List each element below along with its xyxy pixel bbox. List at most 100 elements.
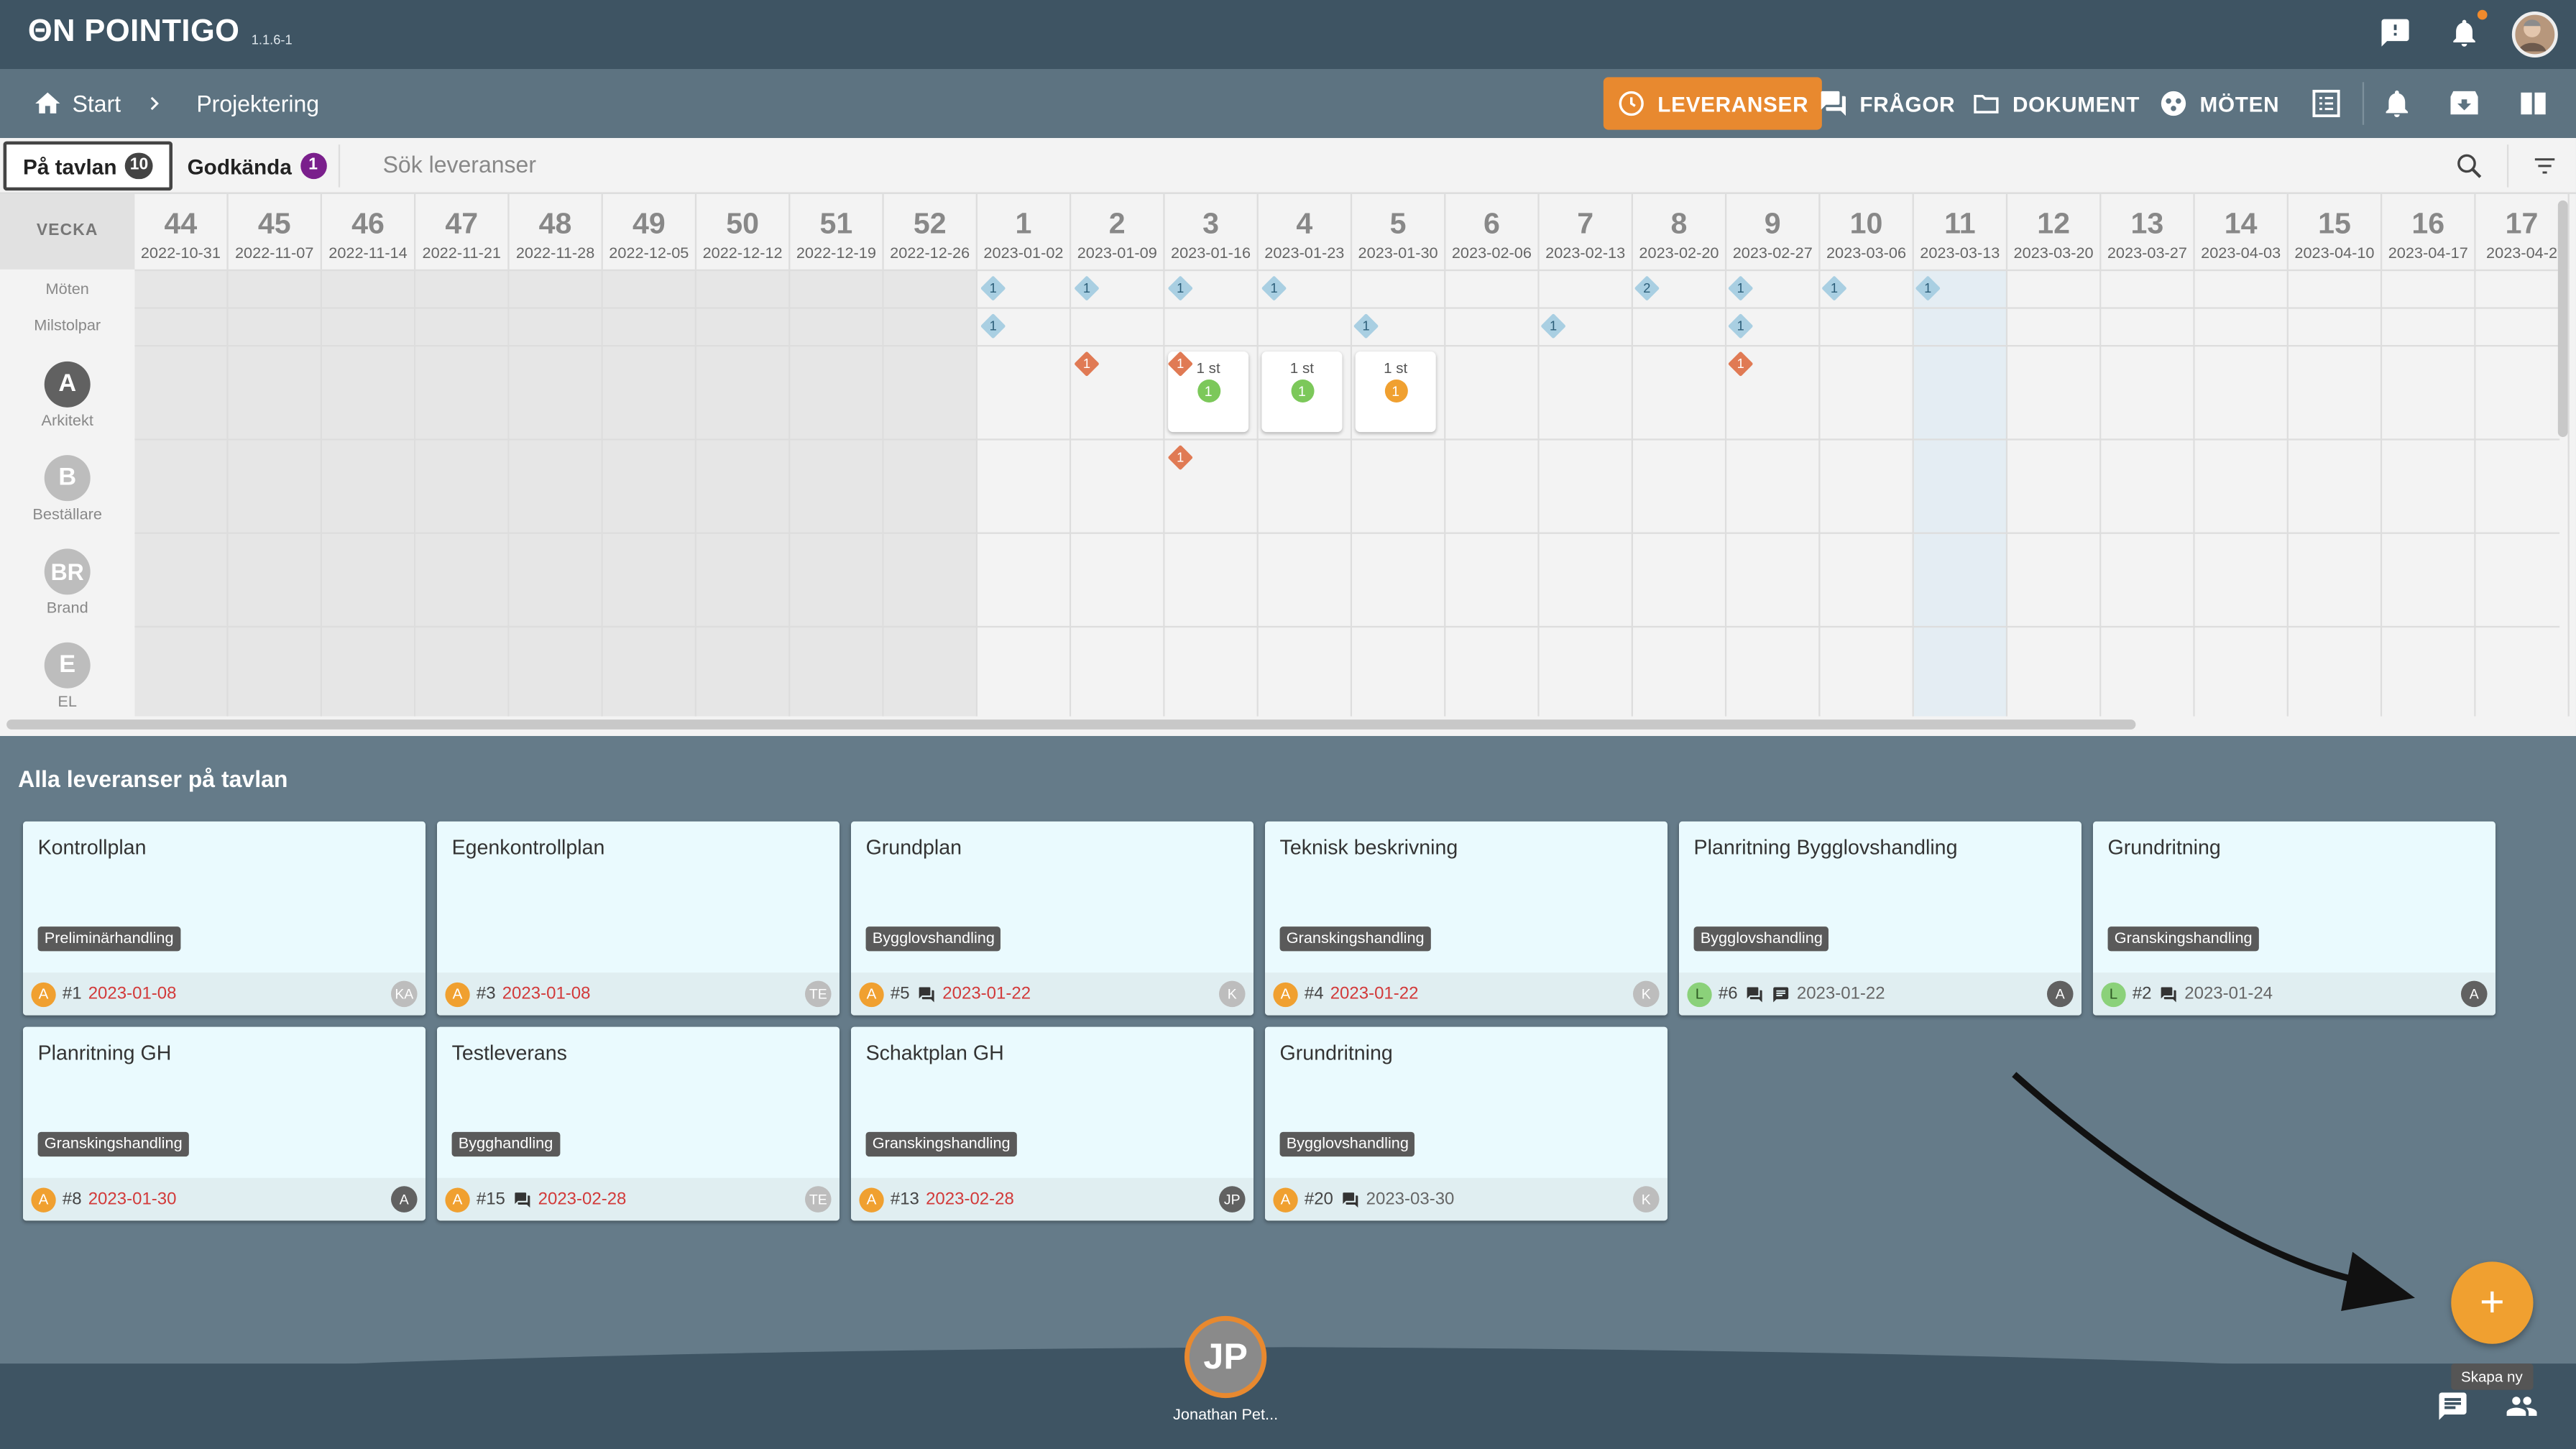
delivery-card[interactable]: Grundplan Bygglovshandling A #5 2023-01-22 K — [850, 821, 1254, 1016]
week-column — [696, 269, 791, 717]
milestone-marker[interactable]: 1 — [1353, 313, 1379, 339]
card-tag: Granskingshandling — [37, 1131, 189, 1157]
week-date: 2023-04-10 — [2294, 244, 2375, 263]
meeting-marker[interactable]: 1 — [1167, 275, 1194, 301]
week-header[interactable]: 1 2023-01-02 — [978, 193, 1072, 270]
week-header[interactable]: 15 2023-04-10 — [2288, 193, 2383, 270]
app-logo[interactable]: ΘN POINTIGO — [28, 15, 240, 51]
home-icon[interactable] — [33, 88, 63, 118]
question-marker[interactable]: 1 — [1167, 444, 1194, 471]
meeting-marker[interactable]: 1 — [1261, 275, 1287, 301]
week-header[interactable]: 44 2022-10-31 — [134, 193, 229, 270]
delivery-card[interactable]: Planritning GH Granskingshandling A #8 2023-… — [22, 1026, 426, 1221]
week-header[interactable]: 5 2023-01-30 — [1352, 193, 1446, 270]
delivery-card[interactable]: Grundritning Granskingshandling L #2 2023-01… — [2092, 821, 2496, 1016]
chat-icon[interactable] — [2434, 1390, 2470, 1423]
week-header[interactable]: 48 2022-11-28 — [510, 193, 603, 270]
delivery-card[interactable]: Egenkontrollplan A #3 2023-01-08 TE — [436, 821, 840, 1016]
week-header[interactable]: 51 2022-12-19 — [790, 193, 884, 270]
feedback-icon[interactable] — [2379, 17, 2412, 50]
week-header[interactable]: 8 2023-02-20 — [1633, 193, 1727, 270]
search-input[interactable]: Sök leveranser — [383, 151, 536, 178]
week-header[interactable]: 45 2022-11-07 — [229, 193, 322, 270]
week-header[interactable]: 10 2023-03-06 — [1821, 193, 1914, 270]
question-marker[interactable]: 1 — [1727, 351, 1754, 377]
week-header[interactable]: 3 2023-01-16 — [1165, 193, 1259, 270]
week-column — [1164, 269, 1259, 717]
people-icon[interactable] — [2502, 1390, 2542, 1423]
top-bar: ΘN POINTIGO 1.1.6-1 — [0, 0, 2576, 69]
week-column — [1632, 269, 1727, 717]
milestone-marker[interactable]: 1 — [1540, 313, 1566, 339]
milestone-marker[interactable]: 1 — [980, 313, 1006, 339]
vertical-scrollbar[interactable] — [2557, 200, 2568, 437]
question-marker[interactable]: 1 — [1074, 351, 1100, 377]
week-header[interactable]: 14 2023-04-03 — [2195, 193, 2288, 270]
delivery-card[interactable]: Planritning Bygglovshandling Bygglovshand… — [1678, 821, 2082, 1016]
leveranser-button[interactable]: LEVERANSER — [1603, 77, 1822, 130]
meeting-marker[interactable]: 1 — [1915, 275, 1941, 301]
tab-pa-tavlan[interactable]: På tavlan 10 — [3, 141, 173, 191]
week-number: 8 — [1670, 206, 1688, 240]
meeting-marker[interactable]: 1 — [1821, 275, 1847, 301]
horizontal-scrollbar[interactable] — [6, 719, 2136, 730]
week-header[interactable]: 46 2022-11-14 — [322, 193, 416, 270]
week-column — [2382, 269, 2476, 717]
list-view-icon[interactable] — [2310, 87, 2343, 120]
moten-button[interactable]: MÖTEN — [2145, 77, 2292, 129]
delivery-card[interactable]: Teknisk beskrivning Granskingshandling A #4… — [1264, 821, 1668, 1016]
week-header[interactable]: 52 2022-12-26 — [884, 193, 978, 270]
week-header[interactable]: 12 2023-03-20 — [2007, 193, 2102, 270]
week-header[interactable]: 9 2023-02-27 — [1726, 193, 1821, 270]
create-new-button[interactable]: + — [2451, 1261, 2534, 1344]
user-avatar-bottom[interactable]: JP — [1184, 1315, 1267, 1399]
week-column — [1258, 269, 1353, 717]
split-view-icon[interactable] — [2517, 87, 2550, 120]
delivery-card[interactable]: Kontrollplan Preliminärhandling A #1 2023-01… — [22, 821, 426, 1016]
fragor-button[interactable]: FRÅGOR — [1806, 77, 1969, 129]
breadcrumb-projektering[interactable]: Projektering — [196, 91, 319, 117]
week-header[interactable]: 49 2022-12-05 — [603, 193, 697, 270]
delivery-card[interactable]: Schaktplan GH Granskingshandling A #13 2023-… — [850, 1026, 1254, 1221]
question-marker[interactable]: 1 — [1167, 351, 1194, 377]
card-footer: A #5 2023-01-22 — [850, 972, 1254, 1016]
search-icon[interactable] — [2455, 151, 2484, 180]
week-header[interactable]: 16 2023-04-17 — [2382, 193, 2476, 270]
breadcrumb-start[interactable]: Start — [73, 91, 121, 117]
week-header[interactable]: 4 2023-01-23 — [1259, 193, 1353, 270]
marker-count: 1 — [1924, 280, 1932, 296]
delivery-box[interactable]: 1 st 1 — [1355, 351, 1436, 433]
week-header[interactable]: 11 2023-03-13 — [1914, 193, 2008, 270]
participant-initial: E — [44, 642, 91, 689]
bell-icon[interactable] — [2380, 87, 2414, 120]
notifications-icon[interactable] — [2448, 17, 2481, 50]
milestone-marker[interactable]: 1 — [1727, 313, 1754, 339]
user-avatar[interactable] — [2511, 11, 2558, 58]
week-header[interactable]: 17 2023-04-2 — [2476, 193, 2570, 270]
meeting-marker[interactable]: 1 — [980, 275, 1006, 301]
meeting-marker[interactable]: 1 — [1074, 275, 1100, 301]
delivery-card[interactable]: Testleverans Bygghandling A #15 2023-02-28 TE — [436, 1026, 840, 1221]
dokument-button[interactable]: DOKUMENT — [1959, 77, 2153, 129]
week-column — [415, 269, 510, 717]
card-date: 2023-01-22 — [942, 984, 1031, 1004]
meeting-marker[interactable]: 1 — [1727, 275, 1754, 301]
tab-godkanda[interactable]: Godkända 1 — [171, 142, 343, 191]
delivery-card[interactable]: Grundritning Bygglovshandling A #20 2023-03-… — [1264, 1026, 1668, 1221]
week-date: 2023-01-23 — [1264, 244, 1345, 263]
archive-icon[interactable] — [2448, 87, 2481, 120]
comment-icon — [1342, 1192, 1358, 1208]
week-header[interactable]: 50 2022-12-12 — [696, 193, 791, 270]
card-assignee: A — [2460, 980, 2488, 1008]
week-header[interactable]: 7 2023-02-13 — [1540, 193, 1633, 270]
card-tag: Granskingshandling — [2107, 926, 2259, 952]
week-header[interactable]: 2 2023-01-09 — [1071, 193, 1165, 270]
delivery-box[interactable]: 1 st 1 — [1261, 351, 1343, 433]
meeting-marker[interactable]: 2 — [1634, 275, 1660, 301]
week-date: 2022-11-28 — [515, 244, 595, 263]
filter-icon[interactable] — [2530, 153, 2559, 180]
week-date: 2023-03-27 — [2107, 244, 2187, 263]
week-header[interactable]: 6 2023-02-06 — [1445, 193, 1540, 270]
week-header[interactable]: 47 2022-11-21 — [415, 193, 510, 270]
week-header[interactable]: 13 2023-03-27 — [2101, 193, 2195, 270]
